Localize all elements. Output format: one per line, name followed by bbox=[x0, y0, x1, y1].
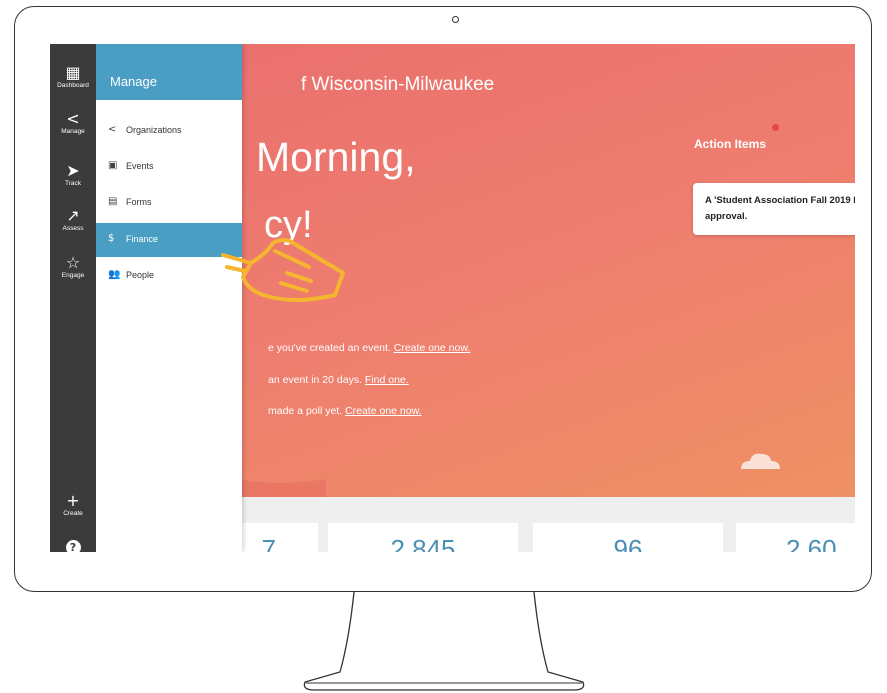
help-button[interactable]: ? bbox=[50, 538, 96, 552]
manage-panel-header: Manage bbox=[96, 44, 242, 100]
navigation-arrow-icon: ➤ bbox=[66, 161, 80, 180]
forms-icon: ▤ bbox=[108, 196, 118, 207]
stat-card: 96 bbox=[533, 523, 723, 552]
action-item-card[interactable]: A 'Student Association Fall 2019 Electio… bbox=[693, 183, 855, 235]
manage-item-forms[interactable]: ▤ Forms bbox=[96, 186, 242, 220]
rail-item-manage[interactable]: < Manage bbox=[50, 110, 96, 136]
rail-item-assess[interactable]: ↗ Assess bbox=[50, 207, 96, 233]
stat-value: 2,845 bbox=[390, 534, 456, 552]
calendar-icon: ▣ bbox=[108, 160, 118, 171]
app-screen: f Wisconsin-Milwaukee Morning, cy! e you… bbox=[50, 44, 855, 552]
stat-card: 2,60 bbox=[736, 523, 855, 552]
action-items-title: Action Items bbox=[694, 137, 767, 151]
share-icon: < bbox=[108, 124, 117, 135]
dashboard-icon: ▦ bbox=[65, 63, 81, 82]
pointer-hand-icon bbox=[221, 238, 345, 302]
notification-dot bbox=[772, 124, 779, 131]
trending-up-icon: ↗ bbox=[66, 206, 80, 225]
plus-icon: + bbox=[66, 491, 80, 510]
institution-title: f Wisconsin-Milwaukee bbox=[301, 74, 495, 95]
people-icon: 👥 bbox=[108, 269, 121, 280]
tip-find-event: an event in 20 days. Find one. bbox=[268, 374, 409, 386]
stat-value: 96 bbox=[613, 534, 643, 552]
star-icon: ☆ bbox=[65, 253, 81, 272]
action-item-text-line1: A 'Student Association Fall 2019 Electio… bbox=[705, 195, 855, 206]
rail-item-engage[interactable]: ☆ Engage bbox=[50, 254, 96, 280]
tip-create-poll: made a poll yet. Create one now. bbox=[268, 405, 422, 417]
manage-item-organizations[interactable]: < Organizations bbox=[96, 114, 242, 148]
share-icon: < bbox=[66, 109, 80, 128]
main-nav-rail: ▦ Dashboard < Manage ➤ Track ↗ Assess ☆ … bbox=[50, 44, 96, 552]
create-event-link[interactable]: Create one now. bbox=[394, 342, 470, 354]
help-icon: ? bbox=[65, 540, 81, 552]
rail-item-create[interactable]: + Create bbox=[50, 492, 96, 518]
dollar-icon: $ bbox=[108, 233, 115, 244]
stat-card: 2,845 bbox=[328, 523, 518, 552]
rail-item-track[interactable]: ➤ Track bbox=[50, 162, 96, 188]
find-event-link[interactable]: Find one. bbox=[365, 374, 409, 386]
cloud-illustration bbox=[741, 453, 780, 469]
manage-panel-title: Manage bbox=[110, 74, 157, 89]
greeting-line-1: Morning, bbox=[256, 134, 416, 180]
rail-item-dashboard[interactable]: ▦ Dashboard bbox=[50, 64, 96, 90]
action-item-text-line2: approval. bbox=[705, 211, 748, 222]
stat-value: 2,60 bbox=[786, 534, 837, 552]
manage-item-events[interactable]: ▣ Events bbox=[96, 150, 242, 184]
create-poll-link[interactable]: Create one now. bbox=[345, 405, 421, 417]
tip-create-event: e you've created an event. Create one no… bbox=[268, 342, 471, 354]
